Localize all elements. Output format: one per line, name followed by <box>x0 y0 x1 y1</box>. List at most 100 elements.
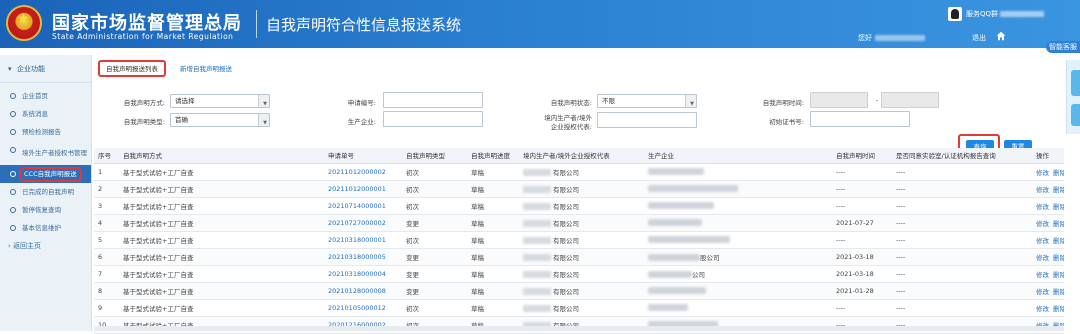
cell-time: 2021-03-18 <box>832 265 892 283</box>
cell-manufacturer <box>644 214 832 232</box>
sidebar-item-label: 企业首页 <box>22 91 48 100</box>
delete-link[interactable]: 删除 <box>1053 254 1064 262</box>
table-row[interactable]: 9 基于型式试验+工厂自查 20210105000012 初次 草稿 有限公司 ---- --… <box>94 299 1064 317</box>
declaration-table: 序号 自我声明方式 申请单号 自我声明类型 自我声明进度 境内生产者/境外企业授… <box>94 148 1064 334</box>
sidebar-item-completed[interactable]: 已完成的自我声明 <box>0 183 91 201</box>
representative-suffix: 有限公司 <box>553 287 579 296</box>
smart-service-tab[interactable]: 智能客服 <box>1046 41 1080 53</box>
cell-time: ---- <box>832 231 892 249</box>
delete-link[interactable]: 删除 <box>1053 186 1064 194</box>
edit-link[interactable]: 修改 <box>1036 186 1049 194</box>
sidebar-item-label: 境外生产者授权书管理 <box>22 148 87 157</box>
representative-label-line2: 企业授权代表: <box>550 123 592 131</box>
representative-input[interactable] <box>597 112 697 128</box>
time-end-input[interactable] <box>881 92 939 108</box>
cell-method: 基于型式试验+工厂自查 <box>119 248 324 266</box>
apply-no-link[interactable]: 20211012000001 <box>324 180 402 198</box>
table-row[interactable]: 1 基于型式试验+工厂自查 20211012000002 初次 草稿 有限公司 ---- --… <box>94 163 1064 181</box>
table-row[interactable]: 6 基于型式试验+工厂自查 20210318000005 变更 草稿 有限公司 股公司 202… <box>94 248 1064 266</box>
apply-no-link[interactable]: 20210714000001 <box>324 197 402 215</box>
cell-actions: 修改删除 <box>1032 180 1064 198</box>
cell-no: 9 <box>94 299 119 317</box>
edit-link[interactable]: 修改 <box>1036 254 1049 262</box>
delete-link[interactable]: 删除 <box>1053 220 1064 228</box>
sidebar-item-test-reports[interactable]: 预检检测报告 <box>0 123 91 141</box>
horizontal-scrollbar[interactable] <box>94 326 1064 331</box>
smart-service-handle-bottom[interactable] <box>1071 104 1080 126</box>
delete-link[interactable]: 删除 <box>1053 169 1064 177</box>
apply-no-link[interactable]: 20210318000005 <box>324 248 402 266</box>
agency-name-en: State Administration for Market Regulati… <box>52 32 234 41</box>
cell-actions: 修改删除 <box>1032 299 1064 317</box>
redacted-text <box>648 304 688 311</box>
header-divider <box>256 10 257 38</box>
apply-no-link[interactable]: 20210727000002 <box>324 214 402 232</box>
cell-manufacturer <box>644 231 832 249</box>
representative-suffix: 有限公司 <box>553 270 579 279</box>
apply-no-link[interactable]: 20211012000002 <box>324 163 402 181</box>
tab-declaration-list[interactable]: 自我声明报送列表 <box>98 60 166 77</box>
cert-input[interactable] <box>810 111 910 127</box>
cell-actions: 修改删除 <box>1032 214 1064 232</box>
time-start-input[interactable] <box>810 92 868 108</box>
cell-representative: 有限公司 <box>519 231 644 249</box>
apply-no-link[interactable]: 20210128000008 <box>324 282 402 300</box>
cell-no: 3 <box>94 197 119 215</box>
edit-link[interactable]: 修改 <box>1036 288 1049 296</box>
column-header: 自我声明类型 <box>402 148 467 164</box>
qq-group-label: 服务QQ群 <box>966 10 999 18</box>
sidebar-item-ccc-declaration[interactable]: CCC自我声明报送 <box>0 165 91 183</box>
table-row[interactable]: 2 基于型式试验+工厂自查 20211012000001 初次 草稿 有限公司 ---- --… <box>94 180 1064 198</box>
delete-link[interactable]: 删除 <box>1053 237 1064 245</box>
apply-no-input[interactable] <box>383 92 483 108</box>
logout-link[interactable]: 退出 <box>972 33 986 43</box>
tab-new-declaration[interactable]: 新增自我声明报送 <box>174 62 238 79</box>
delete-link[interactable]: 删除 <box>1053 305 1064 313</box>
method-select[interactable]: 请选择 ▼ <box>170 94 270 108</box>
edit-link[interactable]: 修改 <box>1036 220 1049 228</box>
edit-link[interactable]: 修改 <box>1036 169 1049 177</box>
table-row[interactable]: 8 基于型式试验+工厂自查 20210128000008 变更 草稿 有限公司 2021-0… <box>94 282 1064 300</box>
apply-no-link[interactable]: 20210105000012 <box>324 299 402 317</box>
sidebar-item-basic-info[interactable]: 基本信息维护 <box>0 219 91 237</box>
redacted-text <box>523 169 551 176</box>
delete-link[interactable]: 删除 <box>1053 288 1064 296</box>
redacted-text <box>523 237 551 244</box>
qq-group-link[interactable]: 服务QQ群 <box>966 9 1045 19</box>
apply-no-link[interactable]: 20210318000001 <box>324 231 402 249</box>
table-row[interactable]: 4 基于型式试验+工厂自查 20210727000002 变更 草稿 有限公司 2021-0… <box>94 214 1064 232</box>
sidebar-header[interactable]: ▾ 企业功能 <box>0 55 91 83</box>
delete-link[interactable]: 删除 <box>1053 271 1064 279</box>
edit-link[interactable]: 修改 <box>1036 203 1049 211</box>
cell-agree: ---- <box>892 197 1032 215</box>
table-row[interactable]: 5 基于型式试验+工厂自查 20210318000001 初次 草稿 有限公司 ---- --… <box>94 231 1064 249</box>
bullet-icon <box>10 111 16 117</box>
delete-link[interactable]: 删除 <box>1053 203 1064 211</box>
status-select[interactable]: 不限 ▼ <box>597 94 697 108</box>
table-row[interactable]: 3 基于型式试验+工厂自查 20210714000001 初次 草稿 有限公司 ---- --… <box>94 197 1064 215</box>
edit-link[interactable]: 修改 <box>1036 237 1049 245</box>
manufacturer-input[interactable] <box>383 111 483 127</box>
manufacturer-label: 生产企业: <box>347 118 376 126</box>
sidebar-item-home[interactable]: 企业首页 <box>0 87 91 105</box>
sidebar-item-authorization[interactable]: 境外生产者授权书管理 <box>0 141 91 165</box>
cell-time: 2021-07-27 <box>832 214 892 232</box>
back-home-link[interactable]: › 返回主页 <box>0 241 41 251</box>
cell-no: 5 <box>94 231 119 249</box>
apply-no-link[interactable]: 20210318000004 <box>324 265 402 283</box>
home-icon[interactable] <box>996 31 1006 41</box>
cell-actions: 修改删除 <box>1032 197 1064 215</box>
type-select[interactable]: 首确 ▼ <box>170 113 270 127</box>
redacted-text <box>648 168 704 175</box>
smart-service-handle-top[interactable] <box>1071 70 1080 96</box>
edit-link[interactable]: 修改 <box>1036 305 1049 313</box>
sidebar-item-messages[interactable]: 系统消息 <box>0 105 91 123</box>
welcome-text: 您好 <box>858 33 925 43</box>
sidebar-item-suspend-query[interactable]: 暂停恢复查询 <box>0 201 91 219</box>
representative-suffix: 有限公司 <box>553 304 579 313</box>
edit-link[interactable]: 修改 <box>1036 271 1049 279</box>
smart-service-bar[interactable] <box>1066 60 1080 134</box>
cell-method: 基于型式试验+工厂自查 <box>119 180 324 198</box>
cell-manufacturer <box>644 180 832 198</box>
table-row[interactable]: 7 基于型式试验+工厂自查 20210318000004 变更 草稿 有限公司 公司 2021… <box>94 265 1064 283</box>
